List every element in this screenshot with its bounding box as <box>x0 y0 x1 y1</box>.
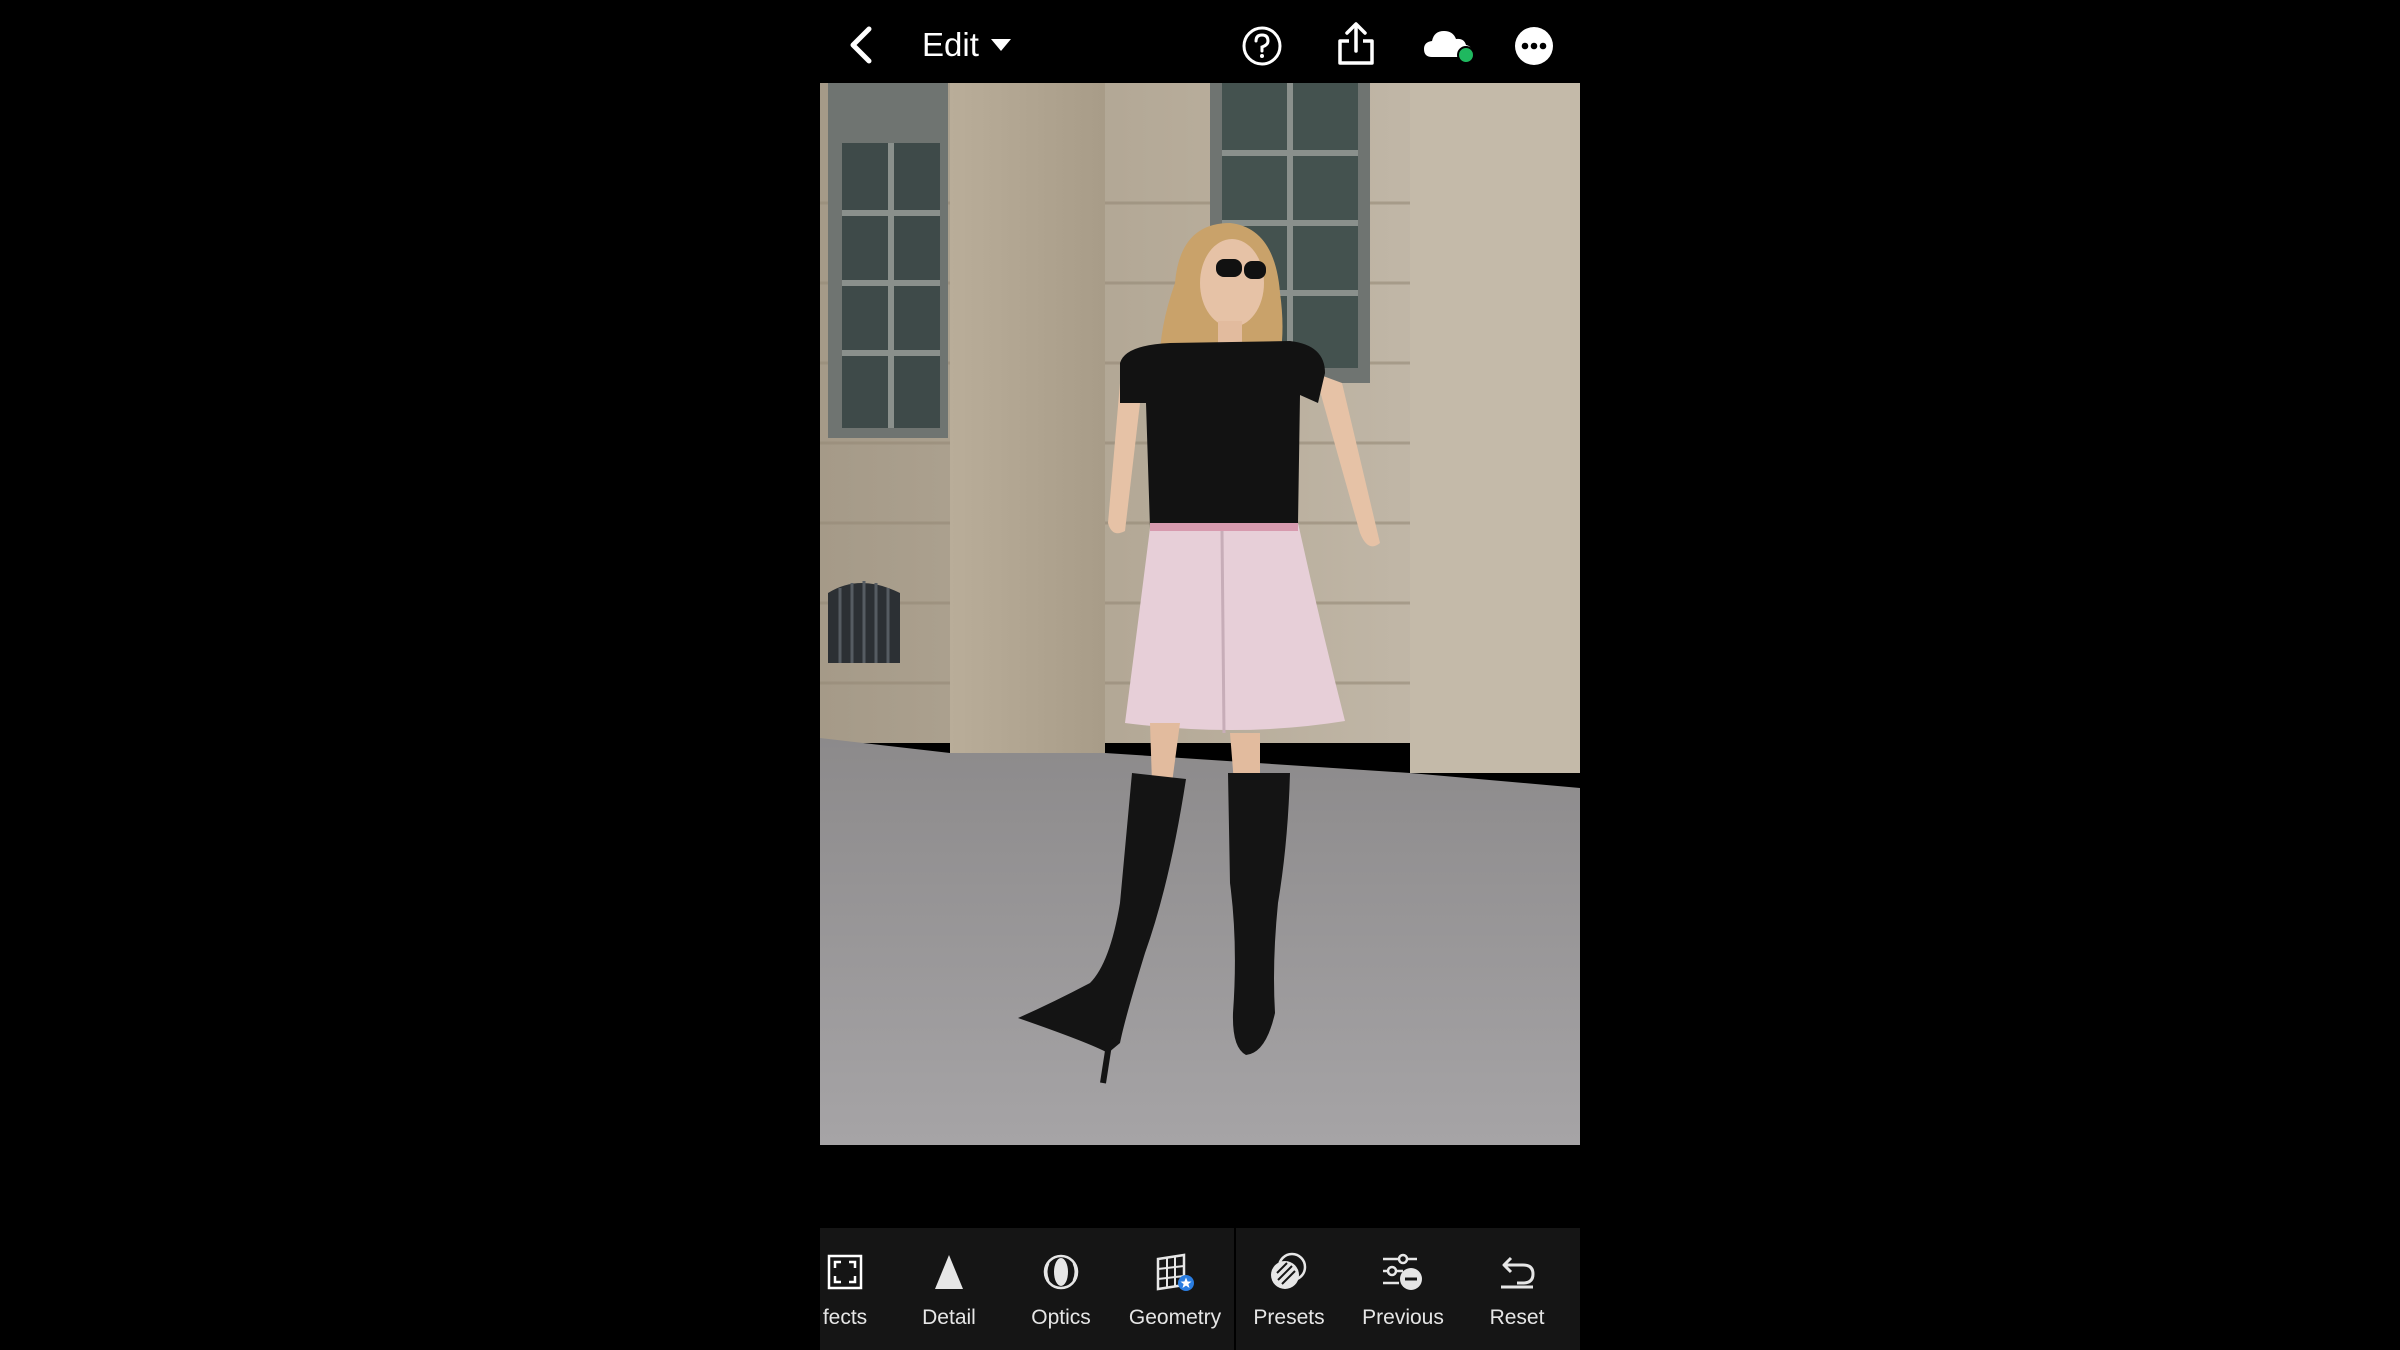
edit-mode-label: Edit <box>922 26 979 63</box>
previous-icon <box>1383 1253 1422 1290</box>
geometry-icon <box>1156 1253 1194 1291</box>
cloud-sync-icon <box>1424 31 1475 64</box>
tool-geometry-label: Geometry <box>1128 1306 1222 1329</box>
effects-icon <box>827 1254 863 1290</box>
more-icon <box>1515 27 1553 65</box>
back-button[interactable] <box>840 22 880 68</box>
photo-image <box>820 83 1580 1145</box>
edit-toolbar: fects Detail Optics Geometry Presets Pre… <box>820 1228 1580 1350</box>
tool-effects[interactable]: fects <box>820 1228 900 1350</box>
tool-detail[interactable]: Detail <box>894 1228 1004 1350</box>
photo-preview[interactable] <box>820 83 1580 1145</box>
tool-presets[interactable]: Presets <box>1234 1228 1344 1350</box>
tool-reset[interactable]: Reset <box>1462 1228 1572 1350</box>
caret-down-icon <box>990 39 1011 51</box>
tool-reset-label: Reset <box>1489 1306 1545 1329</box>
presets-icon <box>1271 1252 1307 1289</box>
edit-mode-dropdown[interactable]: Edit <box>922 22 1011 68</box>
tool-previous[interactable]: Previous <box>1348 1228 1458 1350</box>
tool-geometry[interactable]: Geometry <box>1120 1228 1230 1350</box>
tool-presets-label: Presets <box>1253 1306 1325 1329</box>
tool-optics[interactable]: Optics <box>1006 1228 1116 1350</box>
share-icon <box>1338 22 1374 65</box>
reset-icon <box>1501 1256 1535 1289</box>
help-icon <box>1242 26 1282 66</box>
help-button[interactable] <box>1240 24 1284 68</box>
share-button[interactable] <box>1334 20 1378 68</box>
chevron-left-icon <box>850 26 872 64</box>
tool-detail-label: Detail <box>922 1306 976 1329</box>
optics-icon <box>1043 1254 1079 1290</box>
tool-effects-label: fects <box>822 1306 868 1329</box>
more-options-button[interactable] <box>1512 24 1556 68</box>
tool-optics-label: Optics <box>1031 1306 1091 1329</box>
detail-icon <box>935 1255 963 1289</box>
cloud-sync-button[interactable] <box>1420 22 1480 68</box>
tool-previous-label: Previous <box>1362 1306 1444 1329</box>
top-bar: Edit <box>820 0 1580 84</box>
